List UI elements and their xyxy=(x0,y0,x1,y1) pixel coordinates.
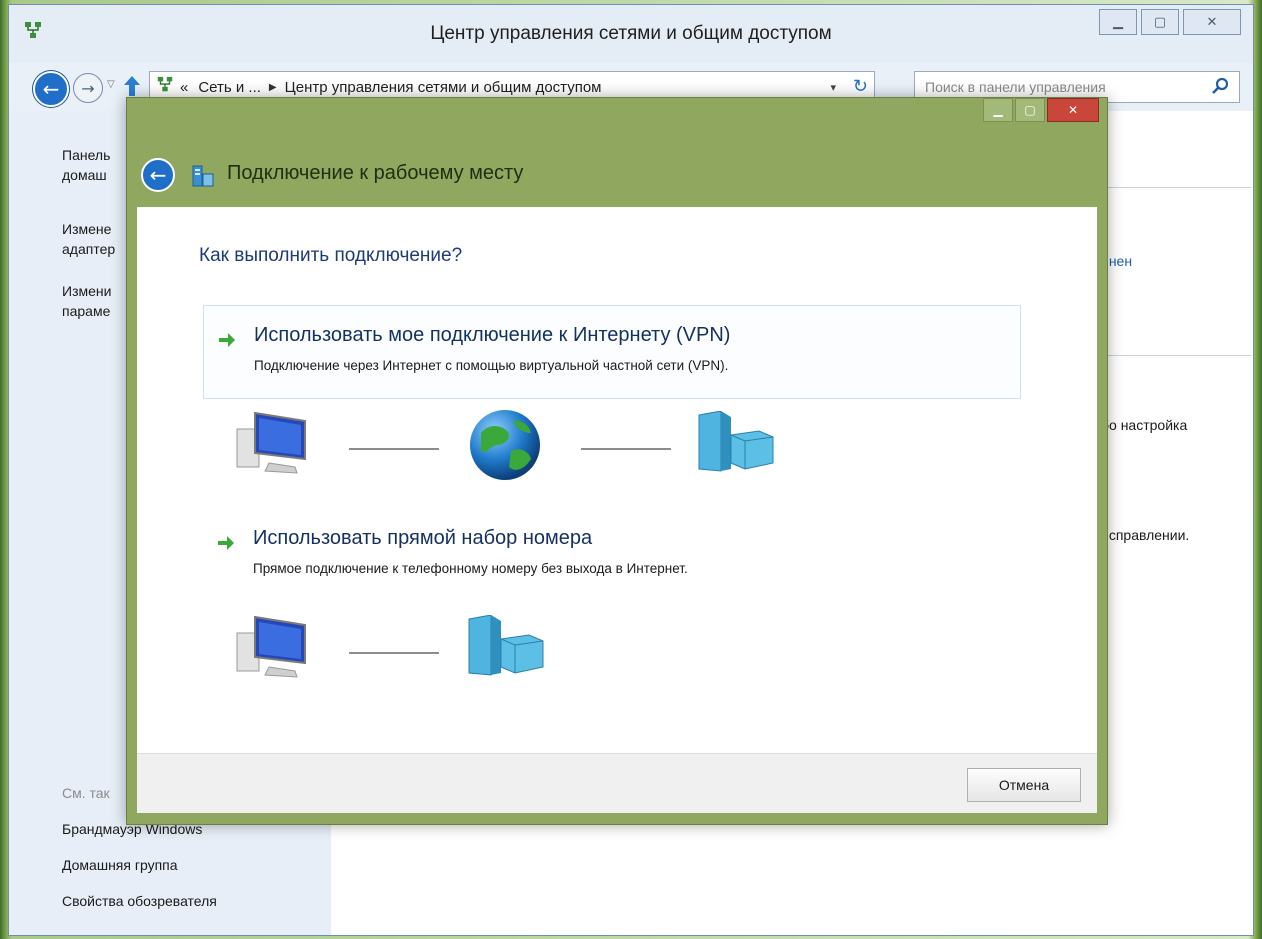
option-vpn[interactable]: Использовать мое подключение к Интернету… xyxy=(203,305,1021,399)
recent-pages-button[interactable]: ▽ xyxy=(107,79,115,90)
dialog-question: Как выполнить подключение? xyxy=(199,245,463,266)
computer-icon xyxy=(235,611,315,687)
workplace-icon xyxy=(191,164,217,192)
dialog-close-button[interactable]: ✕ xyxy=(1047,98,1099,122)
dialog-back-button[interactable]: ← xyxy=(141,158,175,192)
back-arrow-icon: ← xyxy=(149,163,167,187)
forward-arrow-icon: → xyxy=(81,78,95,98)
left-pane-item-home-line2: домаш xyxy=(62,167,107,183)
maximize-icon: ▢ xyxy=(1153,14,1167,30)
computer-icon xyxy=(235,407,315,483)
dialog-body: Как выполнить подключение? Использовать … xyxy=(137,207,1097,753)
see-also-heading: См. так xyxy=(62,785,110,801)
link-browser-properties[interactable]: Свойства обозревателя xyxy=(62,891,217,911)
left-pane-item-home[interactable]: Панель домаш xyxy=(62,145,110,185)
option-vpn-description: Подключение через Интернет с помощью вир… xyxy=(254,358,729,373)
cancel-button[interactable]: Отмена xyxy=(967,768,1081,802)
close-icon: ✕ xyxy=(1206,14,1218,30)
left-pane-item-settings[interactable]: Измени параме xyxy=(62,281,111,321)
chevron-down-icon: ▽ xyxy=(107,79,115,90)
back-arrow-icon: ← xyxy=(42,77,60,101)
option-dialup-description: Прямое подключение к телефонному номеру … xyxy=(253,561,688,576)
close-button[interactable]: ✕ xyxy=(1183,9,1241,35)
dialog-title: Подключение к рабочему месту xyxy=(227,162,524,184)
left-pane-item-home-line1: Панель xyxy=(62,147,111,163)
forward-button[interactable]: → xyxy=(73,73,103,103)
connection-line xyxy=(581,448,671,450)
refresh-icon[interactable]: ↻ xyxy=(853,76,868,97)
maximize-button[interactable]: ▢ xyxy=(1141,9,1179,35)
green-arrow-icon xyxy=(217,535,235,555)
globe-icon xyxy=(467,407,543,487)
window-title: Центр управления сетями и общим доступом xyxy=(430,23,832,44)
window-controls: ▁ ▢ ✕ xyxy=(1095,9,1241,35)
search-input[interactable]: Поиск в панели управления xyxy=(925,79,1106,95)
green-arrow-icon xyxy=(218,332,236,352)
main-titlebar[interactable]: Центр управления сетями и общим доступом… xyxy=(9,5,1253,63)
dialog-minimize-button[interactable]: ▁ xyxy=(983,98,1013,122)
dialog-maximize-button[interactable]: ▢ xyxy=(1015,98,1045,122)
left-pane-item-adapter-line1: Измене xyxy=(62,221,112,237)
search-icon[interactable] xyxy=(1211,77,1229,98)
left-pane-item-adapter[interactable]: Измене адаптер xyxy=(62,219,115,259)
close-icon: ✕ xyxy=(1067,103,1079,117)
breadcrumb-network[interactable]: Сеть и ... xyxy=(198,79,261,96)
fragment-setup-text: бо настройка xyxy=(1101,417,1188,433)
network-icon xyxy=(156,76,174,98)
up-arrow-icon xyxy=(124,76,140,96)
minimize-button[interactable]: ▁ xyxy=(1099,9,1137,35)
breadcrumb-overflow[interactable]: « xyxy=(180,79,188,96)
back-button[interactable]: ← xyxy=(33,71,69,107)
server-icon xyxy=(697,410,777,477)
breadcrumb-separator-icon[interactable]: ▶ xyxy=(269,82,277,93)
minimize-icon: ▁ xyxy=(993,103,1003,117)
option-dialup-title: Использовать прямой набор номера xyxy=(253,527,593,549)
connection-line xyxy=(349,652,439,654)
option-vpn-title: Использовать мое подключение к Интернету… xyxy=(254,324,731,346)
breadcrumb-network-center[interactable]: Центр управления сетями и общим доступом xyxy=(285,79,602,96)
option-dialup[interactable]: Использовать прямой набор номера Прямое … xyxy=(203,509,1021,603)
server-icon xyxy=(467,614,547,681)
connect-workplace-dialog: ▁ ▢ ✕ ← Подключение к рабочему месту Как… xyxy=(126,97,1108,825)
minimize-icon: ▁ xyxy=(1113,14,1123,30)
left-pane-item-settings-line1: Измени xyxy=(62,283,112,299)
left-pane-item-adapter-line2: адаптер xyxy=(62,241,116,257)
dialog-footer: Отмена xyxy=(137,753,1097,813)
address-dropdown-icon[interactable]: ▾ xyxy=(830,81,836,94)
left-pane-item-settings-line2: параме xyxy=(62,303,111,319)
maximize-icon: ▢ xyxy=(1024,103,1036,117)
link-homegroup[interactable]: Домашняя группа xyxy=(62,855,178,875)
fragment-troubleshoot-text: исправлении. xyxy=(1101,527,1190,543)
dialog-window-controls: ▁ ▢ ✕ xyxy=(981,98,1099,122)
connection-line xyxy=(349,448,439,450)
